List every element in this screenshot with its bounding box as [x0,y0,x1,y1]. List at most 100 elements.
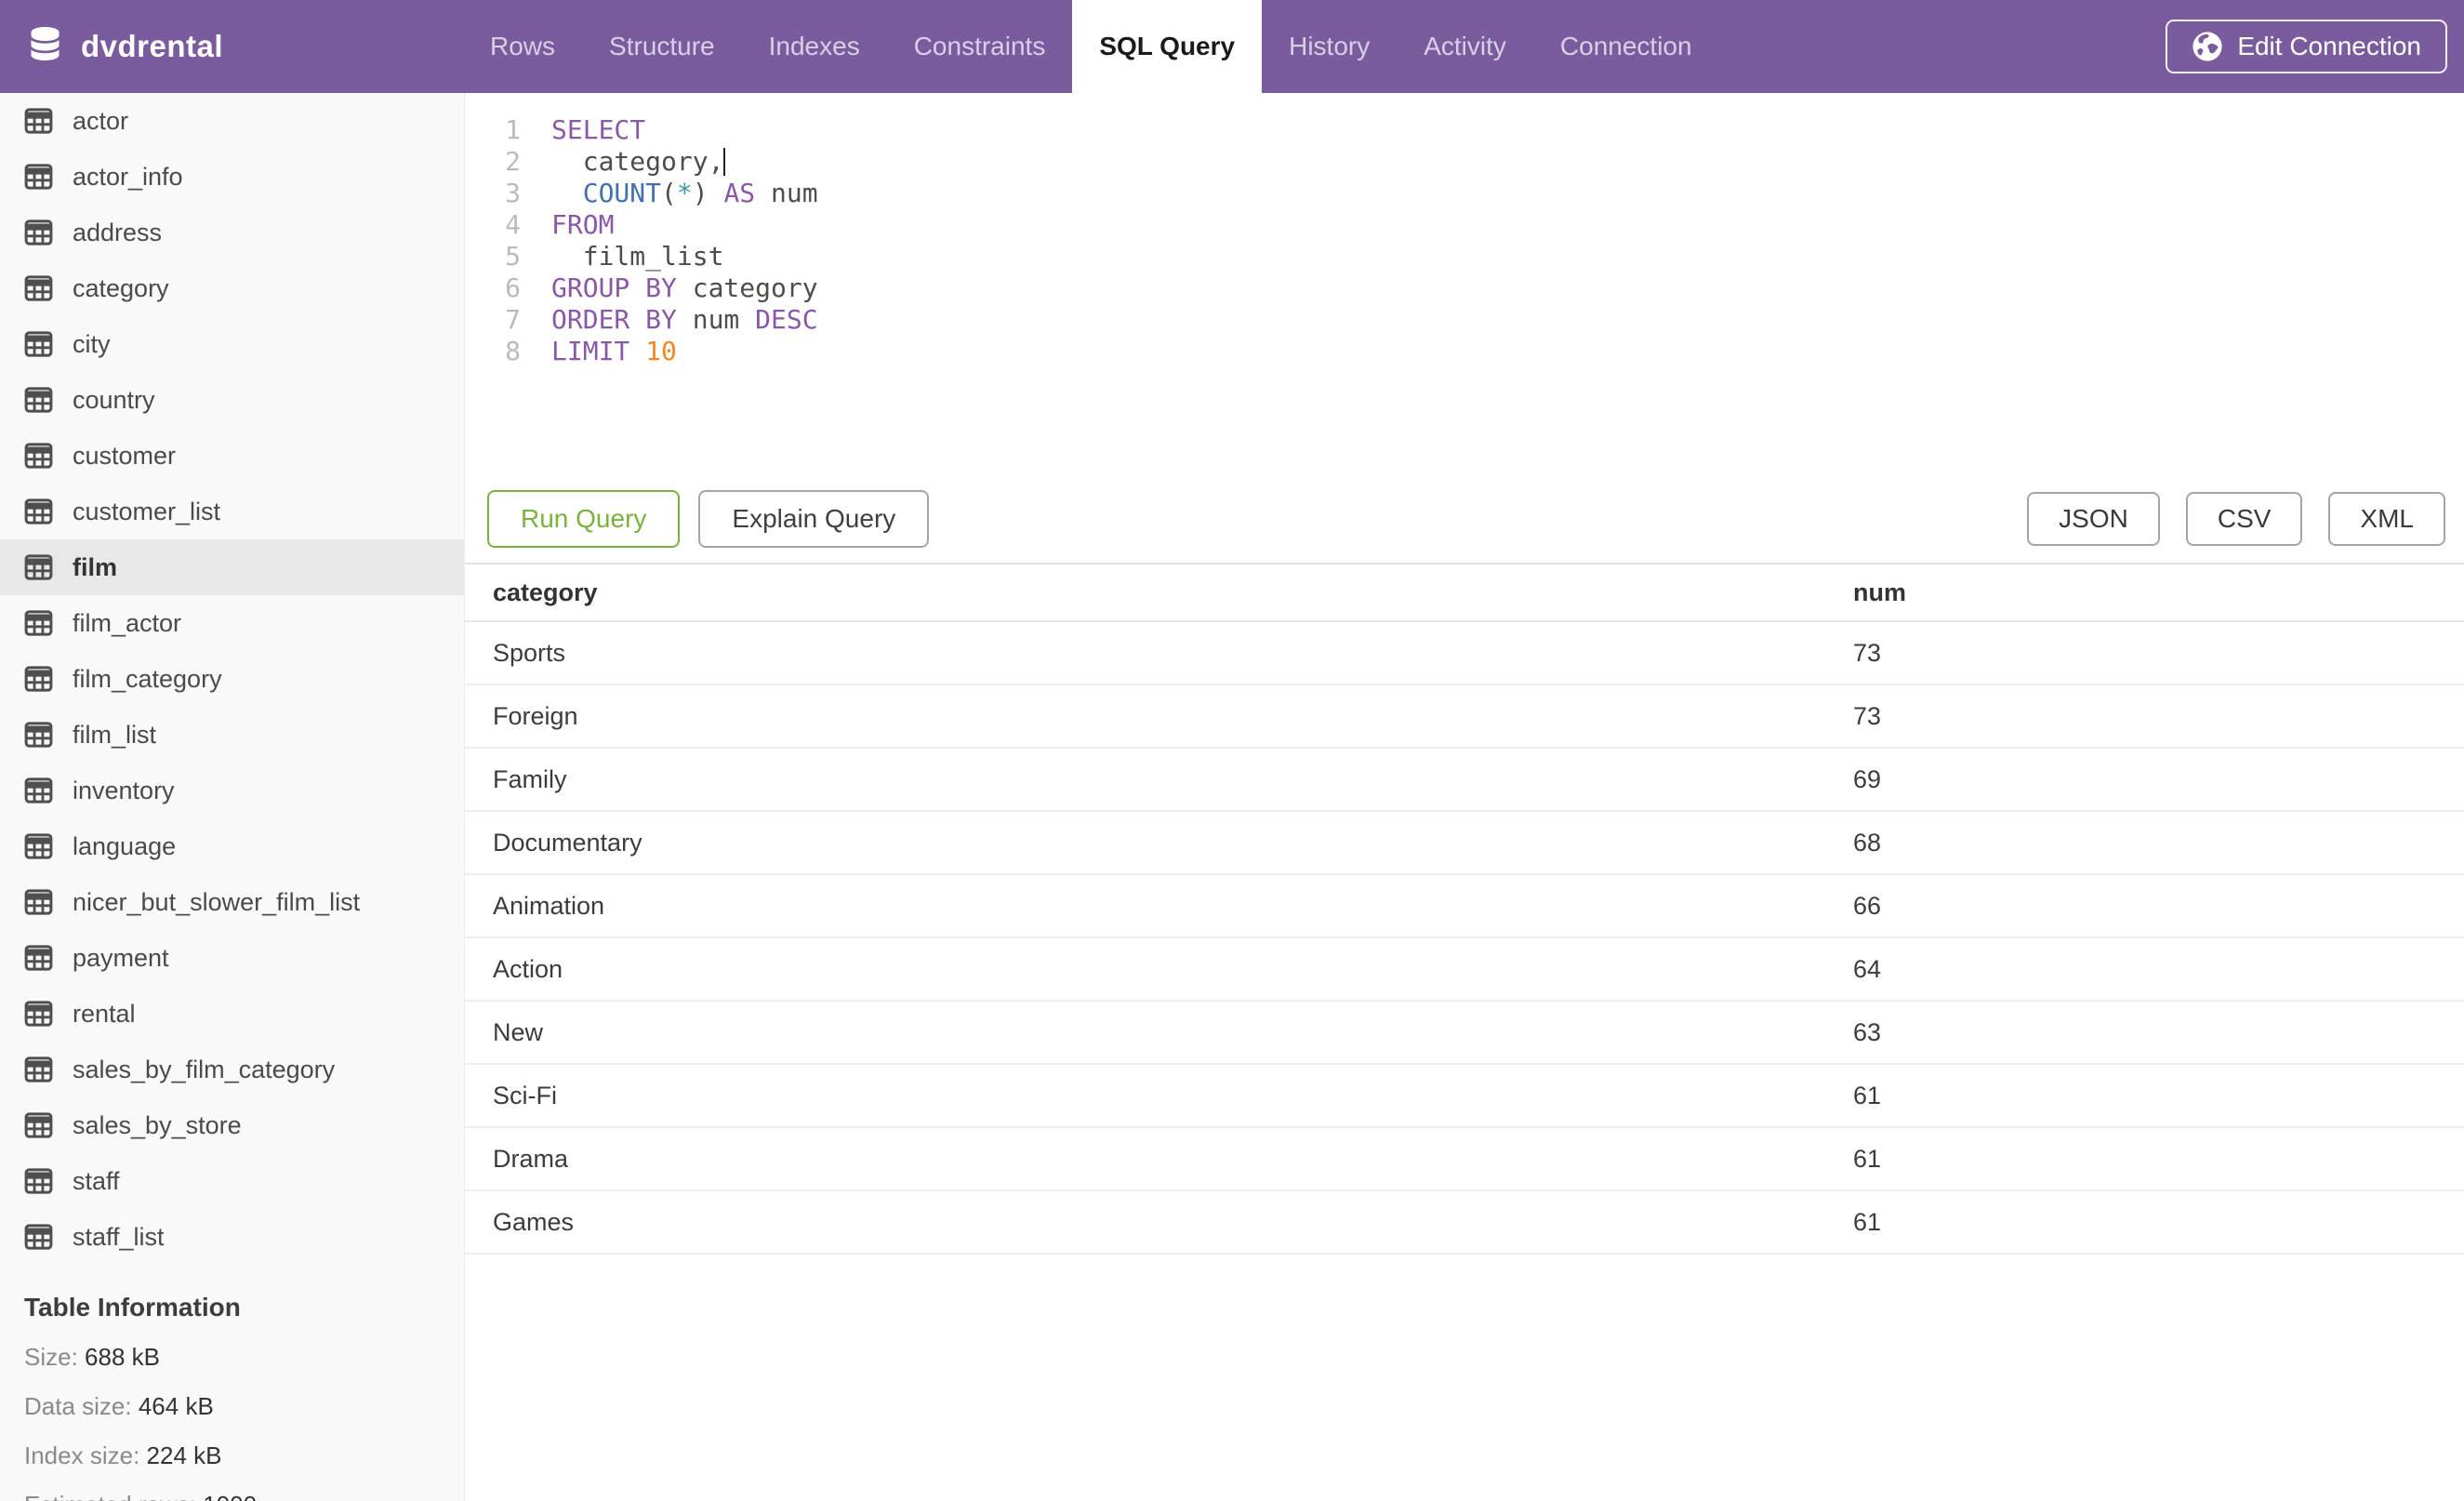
sidebar-table-item[interactable]: film_category [0,651,464,707]
code-line: 3 COUNT(*) AS num [465,178,2464,209]
sidebar-table-item[interactable]: country [0,372,464,428]
header-tab[interactable]: Constraints [887,0,1073,93]
table-name: nicer_but_slower_film_list [73,887,361,916]
export-button-xml[interactable]: XML [2328,492,2445,546]
sidebar-table-item[interactable]: language [0,818,464,874]
line-number: 8 [505,336,521,366]
run-query-button[interactable]: Run Query [487,490,681,548]
table-name: film_list [73,720,157,749]
explain-query-button[interactable]: Explain Query [698,490,930,548]
tables-sidebar: actor actor_info address category city c… [0,93,465,1501]
sidebar-table-item[interactable]: actor_info [0,149,464,205]
sidebar-table-item[interactable]: customer_list [0,484,464,539]
table-information-row: Size: 688 kB [24,1343,160,1371]
table-grid-icon [24,275,53,301]
sidebar-table-item[interactable]: category [0,260,464,316]
sidebar-table-item[interactable]: film_list [0,707,464,763]
line-number: 1 [505,114,521,145]
code-line: 1 SELECT [465,114,2464,146]
results-header-row: category num [465,564,2464,622]
sidebar-table-item[interactable]: rental [0,986,464,1042]
results-row: Action 64 [465,937,2464,1002]
sidebar-table-item[interactable]: inventory [0,763,464,818]
sidebar-table-item[interactable]: address [0,205,464,260]
header-tab[interactable]: Rows [463,0,582,93]
table-information: Size: 688 kB Data size: 464 kB Index size:… [0,1343,464,1501]
results-row: Animation 66 [465,874,2464,938]
header-tab[interactable]: SQL Query [1072,0,1263,93]
category-cell: Sci-Fi [465,1064,1853,1128]
header-tab[interactable]: Structure [582,0,742,93]
code-line: 2 category, [465,146,2464,178]
header-tab[interactable]: Indexes [742,0,887,93]
table-grid-icon [24,722,53,748]
code-text: ORDER BY num DESC [551,304,818,335]
table-name: film_category [73,664,222,693]
table-name: address [73,218,163,246]
sidebar-table-item[interactable]: city [0,316,464,372]
table-name: film_actor [73,608,182,637]
code-line: 6 GROUP BY category [465,272,2464,304]
line-number: 2 [505,146,521,177]
export-button-csv[interactable]: CSV [2185,492,2303,546]
category-cell: Family [465,748,1853,812]
sidebar-table-item[interactable]: nicer_but_slower_film_list [0,874,464,930]
table-name: actor_info [73,162,183,191]
sidebar-table-item[interactable]: film_actor [0,595,464,651]
code-text: SELECT [551,114,646,145]
table-grid-icon [24,331,53,357]
tables-list: actor actor_info address category city c… [0,93,464,1265]
query-toolbar: Run Query Explain Query JSON CSV XML [487,490,2445,548]
text-cursor [723,148,726,176]
table-grid-icon [24,219,53,246]
edit-connection-label: Edit Connection [2237,32,2421,60]
main-panel: 1 SELECT 2 category, 3 COUNT(*) AS num 4… [465,93,2464,1501]
code-line: 5 film_list [465,241,2464,272]
sidebar-table-item[interactable]: sales_by_film_category [0,1042,464,1097]
table-grid-icon [24,945,53,971]
num-cell: 73 [1853,621,2464,685]
export-button-json[interactable]: JSON [2027,492,2160,546]
line-number: 6 [505,272,521,303]
sidebar-table-item[interactable]: actor [0,93,464,149]
sidebar-table-item[interactable]: sales_by_store [0,1097,464,1153]
results-row: Sports 73 [465,621,2464,685]
num-cell: 73 [1853,684,2464,749]
category-cell: Animation [465,874,1853,938]
export-buttons: JSON CSV XML [2027,492,2445,546]
table-grid-icon [24,1056,53,1083]
table-grid-icon [24,108,53,134]
header-tab[interactable]: Activity [1397,0,1533,93]
category-cell: Games [465,1190,1853,1255]
table-name: customer_list [73,497,221,525]
sidebar-table-item[interactable]: staff [0,1153,464,1209]
sidebar-table-item[interactable]: film [0,539,464,595]
table-name: film [73,552,118,581]
code-text: COUNT(*) AS num [582,178,818,208]
line-number: 7 [505,304,521,335]
results-row: Drama 61 [465,1127,2464,1191]
sidebar-table-item[interactable]: customer [0,428,464,484]
table-information-title: Table Information [24,1293,241,1322]
results-row: Sci-Fi 61 [465,1064,2464,1128]
header-tab[interactable]: History [1262,0,1397,93]
sidebar-table-item[interactable]: staff_list [0,1209,464,1265]
header-tab[interactable]: Connection [1533,0,1719,93]
globe-icon [2192,31,2223,62]
table-grid-icon [24,833,53,859]
num-cell: 68 [1853,811,2464,875]
results-table: category num Sports 73 Foreign 73 Family… [465,563,2464,1255]
table-name: actor [73,106,129,135]
table-name: city [73,329,111,358]
table-information-row: Estimated rows: 1000 [24,1491,464,1501]
sql-editor[interactable]: 1 SELECT 2 category, 3 COUNT(*) AS num 4… [465,93,2464,484]
table-name: language [73,831,177,860]
edit-connection-button[interactable]: Edit Connection [2166,20,2447,73]
code-line: 8 LIMIT 10 [465,336,2464,367]
table-information-row: Index size: 224 kB [24,1441,222,1469]
table-name: sales_by_film_category [73,1055,336,1083]
results-row: Games 61 [465,1190,2464,1255]
sidebar-table-item[interactable]: payment [0,930,464,986]
table-name: rental [73,999,136,1028]
results-row: Documentary 68 [465,811,2464,875]
